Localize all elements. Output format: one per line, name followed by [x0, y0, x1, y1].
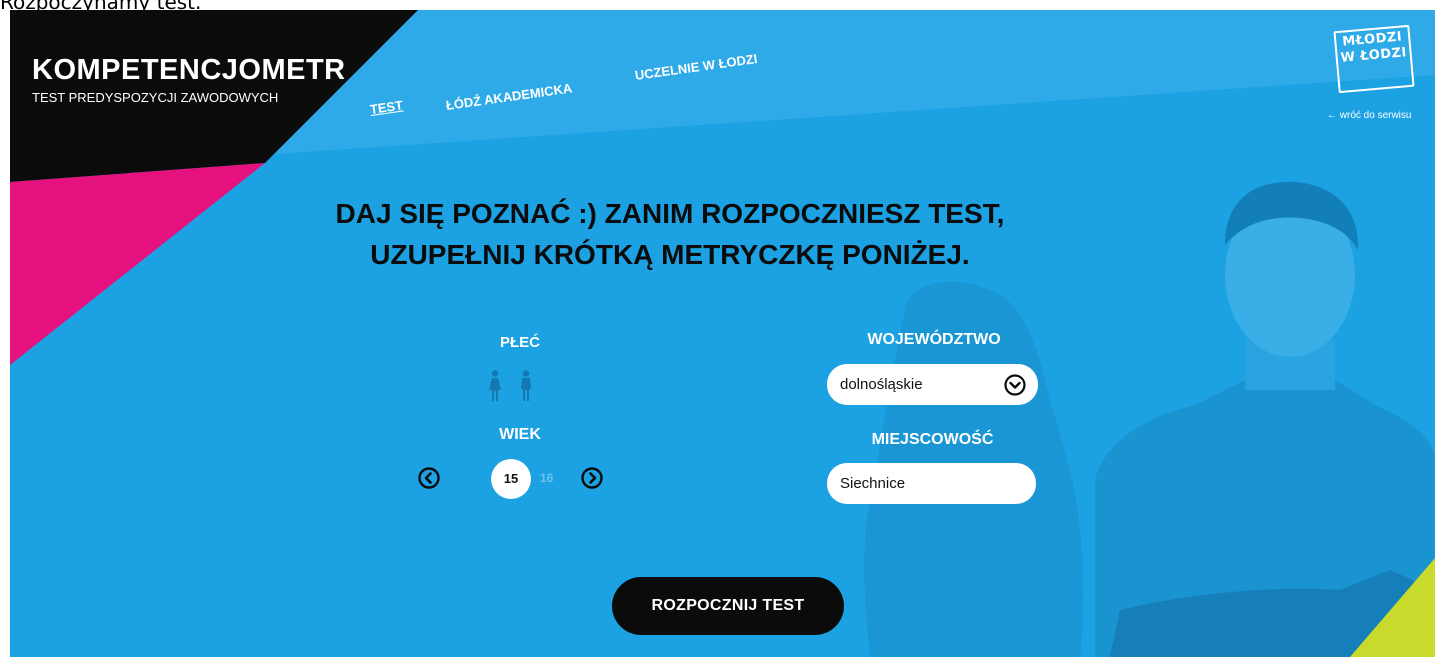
gender-label: PŁEĆ	[499, 334, 540, 351]
age-label: WIEK	[499, 426, 541, 443]
region-selected-value: dolnośląskie	[840, 376, 923, 393]
brand-subtitle: TEST PREDYSPOZYCJI ZAWODOWYCH	[32, 90, 279, 105]
page-headline: DAJ SIĘ POZNAĆ :) ZANIM ROZPOCZNIESZ TES…	[310, 193, 1030, 275]
mlodzi-w-lodzi-logo[interactable]: MŁODZI W ŁODZI	[1333, 24, 1415, 94]
logo-text: MŁODZI W ŁODZI	[1339, 29, 1408, 66]
chevron-down-icon	[1004, 374, 1026, 396]
back-to-service-link[interactable]: ← wróć do serwisu	[1327, 110, 1411, 121]
age-current-value[interactable]: 15	[491, 459, 531, 499]
city-label: MIEJSCOWOŚĆ	[871, 431, 994, 448]
light-blue-band	[260, 10, 1435, 155]
female-icon[interactable]	[488, 370, 502, 402]
age-next-value[interactable]: 16	[540, 471, 553, 485]
chevron-left-icon[interactable]	[418, 467, 440, 489]
start-test-button[interactable]: ROZPOCZNIJ TEST	[612, 577, 844, 635]
background-shapes	[10, 10, 1435, 657]
headline-line-1: DAJ SIĘ POZNAĆ :) ZANIM ROZPOCZNIESZ TES…	[335, 198, 1005, 229]
male-icon[interactable]	[519, 370, 533, 402]
headline-line-2: UZUPEŁNIJ KRÓTKĄ METRYCZKĘ PONIŻEJ.	[370, 239, 970, 270]
magenta-triangle	[10, 163, 265, 365]
city-input[interactable]	[827, 463, 1036, 504]
brand-title: KOMPETENCJOMETR	[32, 54, 346, 86]
chevron-right-icon[interactable]	[581, 467, 603, 489]
region-select[interactable]: dolnośląskie	[827, 364, 1038, 405]
app-stage: KOMPETENCJOMETR TEST PREDYSPOZYCJI ZAWOD…	[10, 10, 1435, 657]
region-label: WOJEWÓDZTWO	[867, 331, 1001, 348]
